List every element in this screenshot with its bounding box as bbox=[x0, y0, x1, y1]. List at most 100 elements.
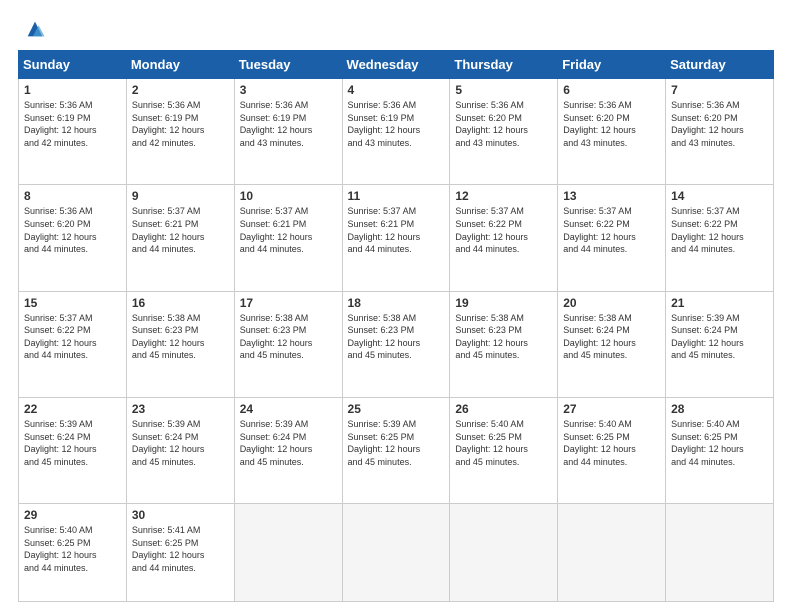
calendar-cell: 1 Sunrise: 5:36 AM Sunset: 6:19 PM Daylig… bbox=[19, 79, 127, 185]
day-info: Sunrise: 5:39 AM Sunset: 6:24 PM Dayligh… bbox=[240, 418, 337, 468]
day-info: Sunrise: 5:37 AM Sunset: 6:21 PM Dayligh… bbox=[132, 205, 229, 255]
day-number: 13 bbox=[563, 189, 660, 203]
calendar-week-3: 15 Sunrise: 5:37 AM Sunset: 6:22 PM Dayli… bbox=[19, 291, 774, 397]
calendar-cell bbox=[450, 504, 558, 602]
day-number: 15 bbox=[24, 296, 121, 310]
calendar-header-row: SundayMondayTuesdayWednesdayThursdayFrid… bbox=[19, 51, 774, 79]
calendar-cell: 20 Sunrise: 5:38 AM Sunset: 6:24 PM Dayli… bbox=[558, 291, 666, 397]
calendar-cell bbox=[558, 504, 666, 602]
day-number: 4 bbox=[348, 83, 445, 97]
calendar-cell: 22 Sunrise: 5:39 AM Sunset: 6:24 PM Dayli… bbox=[19, 397, 127, 503]
day-header-wednesday: Wednesday bbox=[342, 51, 450, 79]
day-info: Sunrise: 5:38 AM Sunset: 6:24 PM Dayligh… bbox=[563, 312, 660, 362]
day-number: 2 bbox=[132, 83, 229, 97]
day-info: Sunrise: 5:36 AM Sunset: 6:19 PM Dayligh… bbox=[240, 99, 337, 149]
day-info: Sunrise: 5:36 AM Sunset: 6:20 PM Dayligh… bbox=[563, 99, 660, 149]
day-info: Sunrise: 5:39 AM Sunset: 6:24 PM Dayligh… bbox=[132, 418, 229, 468]
page: SundayMondayTuesdayWednesdayThursdayFrid… bbox=[0, 0, 792, 612]
day-info: Sunrise: 5:39 AM Sunset: 6:24 PM Dayligh… bbox=[24, 418, 121, 468]
day-info: Sunrise: 5:38 AM Sunset: 6:23 PM Dayligh… bbox=[132, 312, 229, 362]
day-header-sunday: Sunday bbox=[19, 51, 127, 79]
day-number: 12 bbox=[455, 189, 552, 203]
day-number: 8 bbox=[24, 189, 121, 203]
calendar-cell: 17 Sunrise: 5:38 AM Sunset: 6:23 PM Dayli… bbox=[234, 291, 342, 397]
day-header-monday: Monday bbox=[126, 51, 234, 79]
day-number: 20 bbox=[563, 296, 660, 310]
calendar-cell: 8 Sunrise: 5:36 AM Sunset: 6:20 PM Daylig… bbox=[19, 185, 127, 291]
day-number: 19 bbox=[455, 296, 552, 310]
day-info: Sunrise: 5:40 AM Sunset: 6:25 PM Dayligh… bbox=[671, 418, 768, 468]
calendar-cell: 16 Sunrise: 5:38 AM Sunset: 6:23 PM Dayli… bbox=[126, 291, 234, 397]
day-info: Sunrise: 5:39 AM Sunset: 6:24 PM Dayligh… bbox=[671, 312, 768, 362]
day-number: 11 bbox=[348, 189, 445, 203]
day-info: Sunrise: 5:36 AM Sunset: 6:20 PM Dayligh… bbox=[24, 205, 121, 255]
day-number: 9 bbox=[132, 189, 229, 203]
calendar-week-2: 8 Sunrise: 5:36 AM Sunset: 6:20 PM Daylig… bbox=[19, 185, 774, 291]
day-number: 27 bbox=[563, 402, 660, 416]
day-number: 5 bbox=[455, 83, 552, 97]
day-info: Sunrise: 5:37 AM Sunset: 6:21 PM Dayligh… bbox=[240, 205, 337, 255]
calendar-cell: 29 Sunrise: 5:40 AM Sunset: 6:25 PM Dayli… bbox=[19, 504, 127, 602]
day-info: Sunrise: 5:37 AM Sunset: 6:22 PM Dayligh… bbox=[24, 312, 121, 362]
calendar-cell: 19Sunrise: 5:38 AM Sunset: 6:23 PM Dayli… bbox=[450, 291, 558, 397]
day-number: 3 bbox=[240, 83, 337, 97]
day-info: Sunrise: 5:36 AM Sunset: 6:19 PM Dayligh… bbox=[24, 99, 121, 149]
day-info: Sunrise: 5:38 AM Sunset: 6:23 PM Dayligh… bbox=[348, 312, 445, 362]
day-number: 21 bbox=[671, 296, 768, 310]
calendar-cell bbox=[234, 504, 342, 602]
day-number: 22 bbox=[24, 402, 121, 416]
calendar-cell: 26 Sunrise: 5:40 AM Sunset: 6:25 PM Dayli… bbox=[450, 397, 558, 503]
day-info: Sunrise: 5:39 AM Sunset: 6:25 PM Dayligh… bbox=[348, 418, 445, 468]
calendar-cell: 21 Sunrise: 5:39 AM Sunset: 6:24 PM Dayli… bbox=[666, 291, 774, 397]
header bbox=[18, 18, 774, 40]
day-info: Sunrise: 5:36 AM Sunset: 6:20 PM Dayligh… bbox=[671, 99, 768, 149]
calendar-cell: 14 Sunrise: 5:37 AM Sunset: 6:22 PM Dayli… bbox=[666, 185, 774, 291]
calendar-week-4: 22 Sunrise: 5:39 AM Sunset: 6:24 PM Dayli… bbox=[19, 397, 774, 503]
calendar-cell: 3 Sunrise: 5:36 AM Sunset: 6:19 PM Daylig… bbox=[234, 79, 342, 185]
day-info: Sunrise: 5:37 AM Sunset: 6:21 PM Dayligh… bbox=[348, 205, 445, 255]
calendar-cell: 13 Sunrise: 5:37 AM Sunset: 6:22 PM Dayli… bbox=[558, 185, 666, 291]
day-number: 6 bbox=[563, 83, 660, 97]
day-header-thursday: Thursday bbox=[450, 51, 558, 79]
logo bbox=[18, 18, 46, 40]
calendar-cell: 6 Sunrise: 5:36 AM Sunset: 6:20 PM Daylig… bbox=[558, 79, 666, 185]
calendar-cell: 4Sunrise: 5:36 AM Sunset: 6:19 PM Daylig… bbox=[342, 79, 450, 185]
calendar-cell: 30 Sunrise: 5:41 AM Sunset: 6:25 PM Dayli… bbox=[126, 504, 234, 602]
day-info: Sunrise: 5:37 AM Sunset: 6:22 PM Dayligh… bbox=[671, 205, 768, 255]
day-number: 26 bbox=[455, 402, 552, 416]
day-info: Sunrise: 5:41 AM Sunset: 6:25 PM Dayligh… bbox=[132, 524, 229, 574]
calendar-cell: 10 Sunrise: 5:37 AM Sunset: 6:21 PM Dayli… bbox=[234, 185, 342, 291]
calendar-cell: 27 Sunrise: 5:40 AM Sunset: 6:25 PM Dayli… bbox=[558, 397, 666, 503]
day-info: Sunrise: 5:38 AM Sunset: 6:23 PM Dayligh… bbox=[240, 312, 337, 362]
day-info: Sunrise: 5:37 AM Sunset: 6:22 PM Dayligh… bbox=[563, 205, 660, 255]
day-info: Sunrise: 5:37 AM Sunset: 6:22 PM Dayligh… bbox=[455, 205, 552, 255]
day-number: 10 bbox=[240, 189, 337, 203]
calendar-cell: 9 Sunrise: 5:37 AM Sunset: 6:21 PM Daylig… bbox=[126, 185, 234, 291]
calendar-cell: 24Sunrise: 5:39 AM Sunset: 6:24 PM Dayli… bbox=[234, 397, 342, 503]
day-info: Sunrise: 5:40 AM Sunset: 6:25 PM Dayligh… bbox=[563, 418, 660, 468]
day-number: 1 bbox=[24, 83, 121, 97]
calendar-cell: 23 Sunrise: 5:39 AM Sunset: 6:24 PM Dayli… bbox=[126, 397, 234, 503]
day-number: 23 bbox=[132, 402, 229, 416]
day-info: Sunrise: 5:36 AM Sunset: 6:20 PM Dayligh… bbox=[455, 99, 552, 149]
day-header-friday: Friday bbox=[558, 51, 666, 79]
day-header-saturday: Saturday bbox=[666, 51, 774, 79]
day-number: 16 bbox=[132, 296, 229, 310]
calendar-cell: 7Sunrise: 5:36 AM Sunset: 6:20 PM Daylig… bbox=[666, 79, 774, 185]
calendar-week-5: 29 Sunrise: 5:40 AM Sunset: 6:25 PM Dayli… bbox=[19, 504, 774, 602]
day-info: Sunrise: 5:40 AM Sunset: 6:25 PM Dayligh… bbox=[455, 418, 552, 468]
calendar-cell bbox=[666, 504, 774, 602]
day-info: Sunrise: 5:40 AM Sunset: 6:25 PM Dayligh… bbox=[24, 524, 121, 574]
day-number: 18 bbox=[348, 296, 445, 310]
calendar-cell bbox=[342, 504, 450, 602]
day-number: 17 bbox=[240, 296, 337, 310]
day-number: 30 bbox=[132, 508, 229, 522]
day-info: Sunrise: 5:36 AM Sunset: 6:19 PM Dayligh… bbox=[132, 99, 229, 149]
calendar-cell: 28Sunrise: 5:40 AM Sunset: 6:25 PM Dayli… bbox=[666, 397, 774, 503]
day-number: 29 bbox=[24, 508, 121, 522]
day-number: 14 bbox=[671, 189, 768, 203]
calendar: SundayMondayTuesdayWednesdayThursdayFrid… bbox=[18, 50, 774, 602]
calendar-cell: 15 Sunrise: 5:37 AM Sunset: 6:22 PM Dayli… bbox=[19, 291, 127, 397]
calendar-cell: 11 Sunrise: 5:37 AM Sunset: 6:21 PM Dayli… bbox=[342, 185, 450, 291]
calendar-cell: 2 Sunrise: 5:36 AM Sunset: 6:19 PM Daylig… bbox=[126, 79, 234, 185]
